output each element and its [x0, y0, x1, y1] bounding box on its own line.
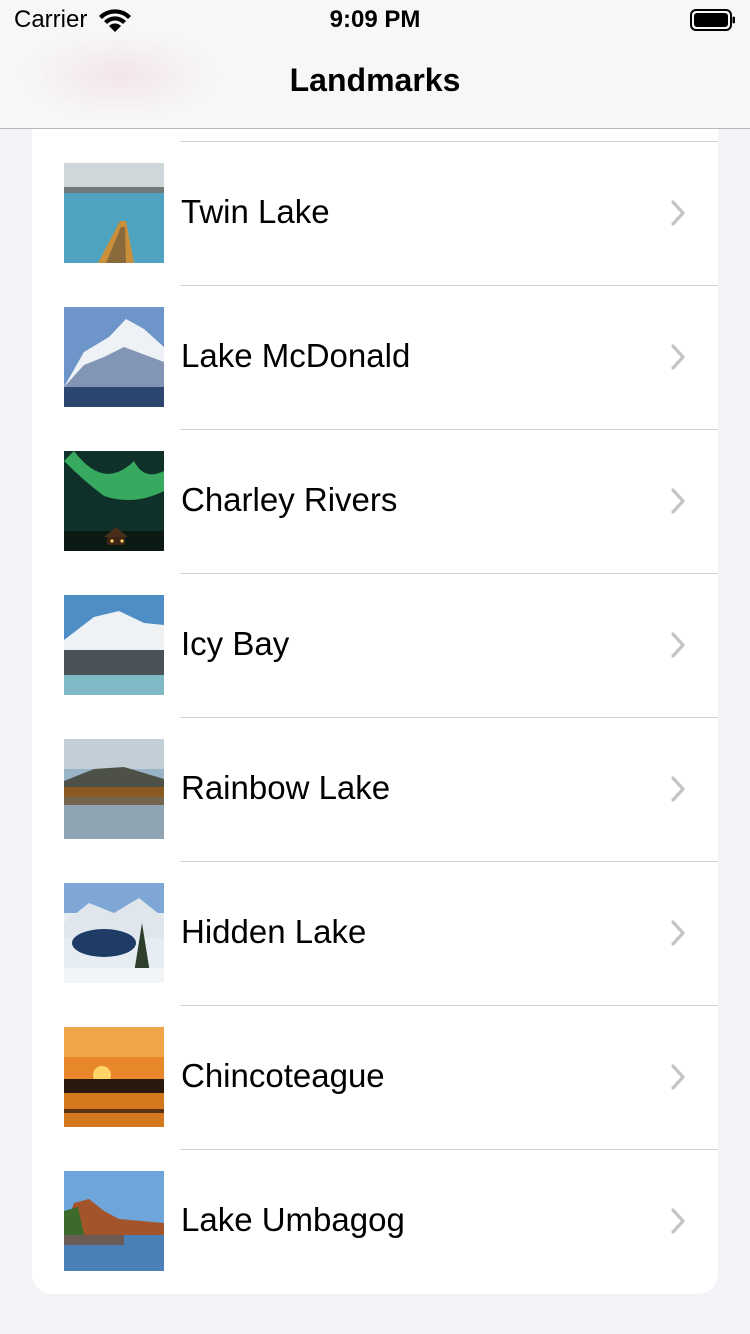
landmark-name: Icy Bay — [181, 625, 290, 662]
list-item-twin-lake[interactable]: Twin Lake — [32, 141, 718, 285]
list-item-charley-rivers[interactable]: Charley Rivers — [32, 429, 718, 573]
landmark-name: Twin Lake — [181, 193, 330, 230]
row-separator — [180, 573, 718, 574]
list-item-lake-umbagog[interactable]: Lake Umbagog — [32, 1149, 718, 1293]
chevron-right-icon — [671, 776, 685, 802]
landmark-name: Lake McDonald — [181, 337, 411, 374]
landmark-list[interactable]: Twin Lake Lake McDonald Charley Rivers I… — [32, 100, 718, 1294]
row-separator — [180, 285, 718, 286]
list-item-chincoteague[interactable]: Chincoteague — [32, 1005, 718, 1149]
list-item-icy-bay[interactable]: Icy Bay — [32, 573, 718, 717]
row-separator — [180, 717, 718, 718]
twin-lake-thumbnail — [64, 163, 164, 263]
landmark-name: Hidden Lake — [181, 913, 367, 950]
chevron-right-icon — [671, 488, 685, 514]
chincoteague-thumbnail — [64, 1027, 164, 1127]
chevron-right-icon — [671, 200, 685, 226]
status-bar: Carrier 9:09 PM — [0, 0, 750, 44]
chevron-right-icon — [671, 632, 685, 658]
page-title: Landmarks — [289, 62, 461, 98]
lake-mcdonald-thumbnail — [64, 307, 164, 407]
row-separator — [180, 861, 718, 862]
chevron-right-icon — [671, 920, 685, 946]
icy-bay-thumbnail — [64, 595, 164, 695]
chevron-right-icon — [671, 1208, 685, 1234]
hidden-lake-thumbnail — [64, 883, 164, 983]
list-item-rainbow-lake[interactable]: Rainbow Lake — [32, 717, 718, 861]
lake-umbagog-thumbnail — [64, 1171, 164, 1271]
landmark-name: Rainbow Lake — [181, 769, 391, 806]
charley-rivers-thumbnail — [64, 451, 164, 551]
row-separator — [180, 1005, 718, 1006]
landmark-name: Charley Rivers — [181, 481, 398, 518]
battery-icon — [690, 9, 735, 31]
landmark-name: Lake Umbagog — [181, 1201, 405, 1238]
clock-time: 9:09 PM — [329, 6, 421, 33]
list-item-hidden-lake[interactable]: Hidden Lake — [32, 861, 718, 1005]
landmark-name: Chincoteague — [181, 1057, 385, 1094]
rainbow-lake-thumbnail — [64, 739, 164, 839]
list-item-lake-mcdonald[interactable]: Lake McDonald — [32, 285, 718, 429]
row-separator — [180, 141, 718, 142]
chevron-right-icon — [671, 344, 685, 370]
chevron-right-icon — [671, 1064, 685, 1090]
row-separator — [180, 429, 718, 430]
row-separator — [180, 1149, 718, 1150]
